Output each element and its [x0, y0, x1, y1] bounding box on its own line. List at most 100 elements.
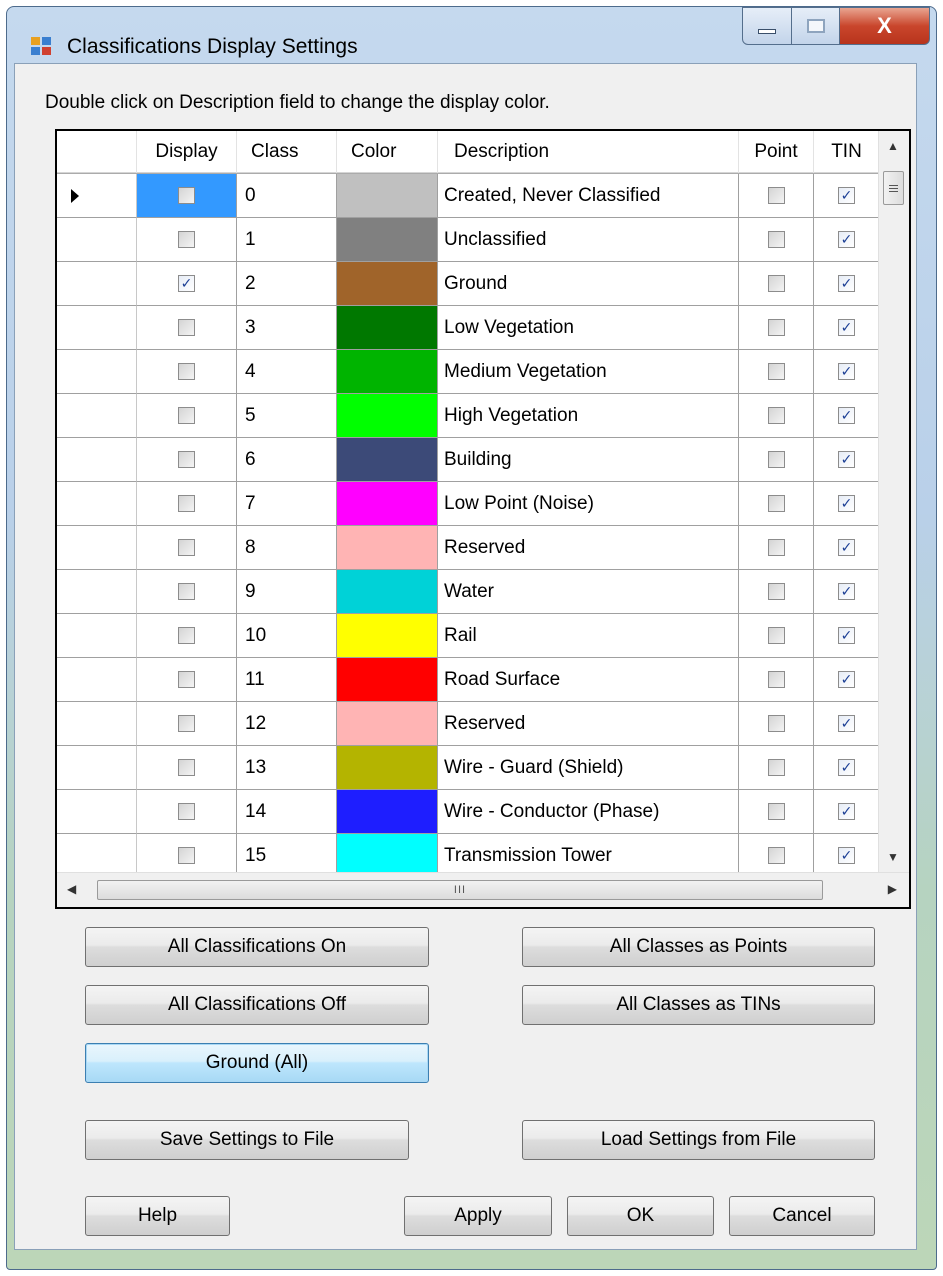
class-cell[interactable]: 5 — [237, 394, 337, 438]
point-checkbox[interactable] — [767, 759, 785, 776]
table-row[interactable]: 8 Reserved ✓ — [57, 526, 880, 570]
ok-button[interactable]: OK — [567, 1196, 714, 1236]
row-header[interactable] — [57, 526, 137, 570]
row-header[interactable] — [57, 570, 137, 614]
class-cell[interactable]: 4 — [237, 350, 337, 394]
load-settings-button[interactable]: Load Settings from File — [522, 1120, 875, 1160]
color-swatch[interactable] — [337, 218, 438, 262]
column-header-point[interactable]: Point — [739, 131, 814, 173]
tin-checkbox[interactable]: ✓ — [838, 803, 855, 820]
display-checkbox[interactable] — [178, 539, 195, 556]
scroll-down-icon[interactable]: ▼ — [887, 850, 899, 864]
tin-checkbox[interactable]: ✓ — [838, 583, 855, 600]
column-header-color[interactable]: Color — [337, 131, 438, 173]
tin-checkbox[interactable]: ✓ — [838, 539, 855, 556]
tin-checkbox[interactable]: ✓ — [838, 451, 855, 468]
table-row[interactable]: 12 Reserved ✓ — [57, 702, 880, 746]
color-swatch[interactable] — [337, 570, 438, 614]
class-cell[interactable]: 12 — [237, 702, 337, 746]
save-settings-button[interactable]: Save Settings to File — [85, 1120, 409, 1160]
point-checkbox[interactable] — [767, 275, 785, 292]
table-row[interactable]: 7 Low Point (Noise) ✓ — [57, 482, 880, 526]
point-checkbox[interactable] — [767, 671, 785, 688]
color-swatch[interactable] — [337, 394, 438, 438]
scroll-right-icon[interactable]: ▶ — [888, 882, 897, 896]
color-swatch[interactable] — [337, 702, 438, 746]
row-header[interactable] — [57, 350, 137, 394]
row-header[interactable] — [57, 438, 137, 482]
all-classifications-off-button[interactable]: All Classifications Off — [85, 985, 429, 1025]
display-checkbox[interactable] — [178, 583, 195, 600]
color-swatch[interactable] — [337, 746, 438, 790]
tin-checkbox[interactable]: ✓ — [838, 759, 855, 776]
all-classes-as-points-button[interactable]: All Classes as Points — [522, 927, 875, 967]
color-swatch[interactable] — [337, 174, 438, 218]
color-swatch[interactable] — [337, 658, 438, 702]
tin-checkbox[interactable]: ✓ — [838, 231, 855, 248]
row-header[interactable] — [57, 614, 137, 658]
table-row[interactable]: 4 Medium Vegetation ✓ — [57, 350, 880, 394]
tin-checkbox[interactable]: ✓ — [838, 847, 855, 864]
description-cell[interactable]: Created, Never Classified — [438, 174, 739, 218]
row-header[interactable] — [57, 174, 137, 218]
point-checkbox[interactable] — [767, 407, 785, 424]
point-checkbox[interactable] — [767, 319, 785, 336]
color-swatch[interactable] — [337, 350, 438, 394]
maximize-button[interactable] — [792, 7, 840, 45]
description-cell[interactable]: High Vegetation — [438, 394, 739, 438]
display-checkbox[interactable] — [178, 451, 195, 468]
row-header[interactable] — [57, 790, 137, 834]
point-checkbox[interactable] — [767, 847, 785, 864]
description-cell[interactable]: Wire - Guard (Shield) — [438, 746, 739, 790]
point-checkbox[interactable] — [767, 803, 785, 820]
tin-checkbox[interactable]: ✓ — [838, 187, 855, 204]
column-header-description[interactable]: Description — [438, 131, 739, 173]
description-cell[interactable]: Ground — [438, 262, 739, 306]
title-bar[interactable]: Classifications Display Settings X — [7, 7, 936, 71]
table-row[interactable]: 9 Water ✓ — [57, 570, 880, 614]
row-header[interactable] — [57, 482, 137, 526]
column-header-display[interactable]: Display — [137, 131, 237, 173]
tin-checkbox[interactable]: ✓ — [838, 275, 855, 292]
display-checkbox[interactable] — [178, 759, 195, 776]
display-checkbox[interactable] — [178, 495, 195, 512]
color-swatch[interactable] — [337, 482, 438, 526]
tin-checkbox[interactable]: ✓ — [838, 363, 855, 380]
color-swatch[interactable] — [337, 526, 438, 570]
row-header[interactable] — [57, 746, 137, 790]
scroll-up-icon[interactable]: ▲ — [887, 139, 899, 153]
table-row[interactable]: 14 Wire - Conductor (Phase) ✓ — [57, 790, 880, 834]
class-cell[interactable]: 3 — [237, 306, 337, 350]
table-row[interactable]: 5 High Vegetation ✓ — [57, 394, 880, 438]
color-swatch[interactable] — [337, 306, 438, 350]
display-checkbox[interactable] — [178, 847, 195, 864]
point-checkbox[interactable] — [767, 583, 785, 600]
row-header[interactable] — [57, 262, 137, 306]
tin-checkbox[interactable]: ✓ — [838, 715, 855, 732]
class-cell[interactable]: 6 — [237, 438, 337, 482]
classification-grid[interactable]: Display Class Color Description Point TI… — [55, 129, 911, 909]
description-cell[interactable]: Low Vegetation — [438, 306, 739, 350]
class-cell[interactable]: 13 — [237, 746, 337, 790]
point-checkbox[interactable] — [767, 231, 785, 248]
point-checkbox[interactable] — [767, 495, 785, 512]
apply-button[interactable]: Apply — [404, 1196, 552, 1236]
display-checkbox[interactable] — [178, 187, 195, 204]
ground-all-button[interactable]: Ground (All) — [85, 1043, 429, 1083]
display-checkbox[interactable] — [178, 319, 195, 336]
display-checkbox[interactable] — [178, 671, 195, 688]
tin-checkbox[interactable]: ✓ — [838, 319, 855, 336]
table-row[interactable]: 10 Rail ✓ — [57, 614, 880, 658]
horizontal-scroll-thumb[interactable]: III — [97, 880, 823, 900]
display-checkbox[interactable] — [178, 803, 195, 820]
display-checkbox[interactable] — [178, 407, 195, 424]
row-header[interactable] — [57, 306, 137, 350]
class-cell[interactable]: 9 — [237, 570, 337, 614]
description-cell[interactable]: Wire - Conductor (Phase) — [438, 790, 739, 834]
point-checkbox[interactable] — [767, 187, 785, 204]
tin-checkbox[interactable]: ✓ — [838, 671, 855, 688]
description-cell[interactable]: Rail — [438, 614, 739, 658]
minimize-button[interactable] — [742, 7, 792, 45]
tin-checkbox[interactable]: ✓ — [838, 627, 855, 644]
vertical-scrollbar[interactable]: ▲ ▼ — [878, 131, 909, 872]
